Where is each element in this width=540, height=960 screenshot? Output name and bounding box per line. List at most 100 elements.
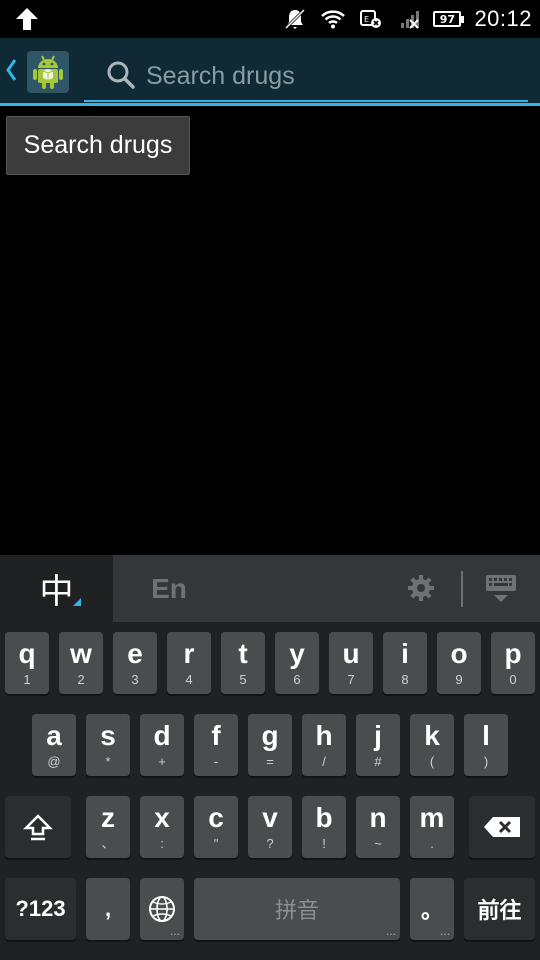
key-letter: p	[504, 638, 522, 669]
key-letter: g	[261, 720, 279, 751]
key-y[interactable]: y6	[275, 632, 319, 694]
key-secondary: -	[213, 754, 219, 769]
key-letter: x	[154, 802, 170, 833]
key-secondary: 1	[23, 672, 31, 687]
key-c[interactable]: c "	[194, 796, 238, 858]
wifi-icon	[321, 10, 346, 29]
key-r[interactable]: r4	[167, 632, 211, 694]
key-g[interactable]: g =	[248, 714, 292, 776]
key-letter: k	[424, 720, 440, 751]
symbols-label: ?123	[15, 896, 66, 921]
search-input[interactable]	[146, 56, 516, 96]
space-key[interactable]: 拼音...	[194, 878, 400, 940]
battery-indicator: 97	[433, 11, 465, 27]
key-b[interactable]: b!	[302, 796, 346, 858]
tab-chinese-label: 中	[39, 572, 74, 612]
key-letter: z	[101, 802, 115, 833]
key-f[interactable]: f-	[194, 714, 238, 776]
key-i[interactable]: i8	[383, 632, 427, 694]
key-secondary: :	[160, 836, 164, 851]
android-robot-icon	[33, 55, 63, 89]
action-bar	[0, 38, 540, 106]
key-a[interactable]: a @	[32, 714, 76, 776]
key-letter: b	[315, 802, 333, 833]
key-letter: e	[127, 638, 143, 669]
key-letter: r	[183, 638, 195, 669]
gear-icon[interactable]	[406, 573, 436, 603]
key-secondary: @	[47, 754, 61, 769]
key-letter: q	[18, 638, 36, 669]
search-field[interactable]	[84, 50, 528, 102]
key-p[interactable]: p0	[491, 632, 535, 694]
globe-key[interactable]: ...	[140, 878, 184, 940]
upload-arrow-icon	[16, 8, 38, 30]
enter-key[interactable]: 前往	[464, 878, 535, 940]
top-bar-divider	[461, 571, 463, 607]
key-n[interactable]: n ~	[356, 796, 400, 858]
key-m[interactable]: m.	[410, 796, 454, 858]
status-time: 20:12	[474, 6, 532, 31]
key-q[interactable]: q1	[5, 632, 49, 694]
key-d[interactable]: d +	[140, 714, 184, 776]
key-t[interactable]: t5	[221, 632, 265, 694]
period-key[interactable]: 。...	[410, 878, 454, 940]
backspace-key[interactable]	[469, 796, 535, 858]
key-secondary: 8	[401, 672, 409, 687]
back-chevron-icon[interactable]	[4, 56, 18, 84]
keyboard-top-bar: 中 En	[0, 555, 540, 622]
hide-keyboard-icon[interactable]	[484, 573, 518, 605]
shift-icon	[23, 814, 53, 841]
enter-label: 前往	[477, 898, 522, 923]
key-secondary: 0	[509, 672, 517, 687]
comma-key[interactable]: ,	[86, 878, 130, 940]
symbols-key[interactable]: ?123	[5, 878, 76, 940]
key-secondary: ~	[374, 836, 382, 851]
key-secondary: 2	[77, 672, 85, 687]
key-o[interactable]: o9	[437, 632, 481, 694]
key-letter: m	[419, 802, 445, 833]
key-letter: w	[70, 638, 92, 669]
key-letter: s	[100, 720, 116, 751]
search-drugs-button[interactable]: Search drugs	[6, 116, 190, 175]
key-w[interactable]: w2	[59, 632, 103, 694]
key-k[interactable]: k(	[410, 714, 454, 776]
key-u[interactable]: u7	[329, 632, 373, 694]
key-letter: i	[401, 638, 409, 669]
key-secondary: +	[158, 754, 166, 769]
key-letter: v	[262, 802, 278, 833]
key-l[interactable]: l)	[464, 714, 508, 776]
notification-error-icon: E	[360, 10, 382, 28]
key-j[interactable]: j #	[356, 714, 400, 776]
key-s[interactable]: s *	[86, 714, 130, 776]
key-secondary: ?	[266, 836, 274, 851]
key-secondary: 9	[455, 672, 463, 687]
key-secondary: /	[322, 754, 326, 769]
key-e[interactable]: e3	[113, 632, 157, 694]
key-letter: f	[211, 720, 221, 751]
battery-level: 97	[433, 11, 462, 27]
key-letter: c	[208, 802, 224, 833]
key-letter: h	[315, 720, 333, 751]
key-letter: d	[153, 720, 171, 751]
key-secondary: =	[266, 754, 274, 769]
shift-key[interactable]	[5, 796, 71, 858]
keyboard-tab-english[interactable]: En	[113, 555, 225, 622]
period-label: 。	[420, 898, 443, 923]
key-secondary: 、	[101, 836, 115, 851]
space-label: 拼音	[274, 898, 319, 923]
key-x[interactable]: x:	[140, 796, 184, 858]
svg-text:E: E	[364, 15, 369, 24]
key-letter: l	[482, 720, 490, 751]
app-icon[interactable]	[27, 51, 69, 93]
key-secondary: 7	[347, 672, 355, 687]
status-bar: E 97 20:12	[0, 0, 540, 38]
key-secondary: 5	[239, 672, 247, 687]
more-indicator: ...	[439, 924, 450, 938]
key-v[interactable]: v?	[248, 796, 292, 858]
keyboard-tab-chinese[interactable]: 中	[0, 555, 113, 622]
more-indicator: ...	[169, 924, 180, 938]
key-z[interactable]: z、	[86, 796, 130, 858]
key-h[interactable]: h /	[302, 714, 346, 776]
key-letter: u	[342, 638, 360, 669]
key-letter: n	[369, 802, 387, 833]
